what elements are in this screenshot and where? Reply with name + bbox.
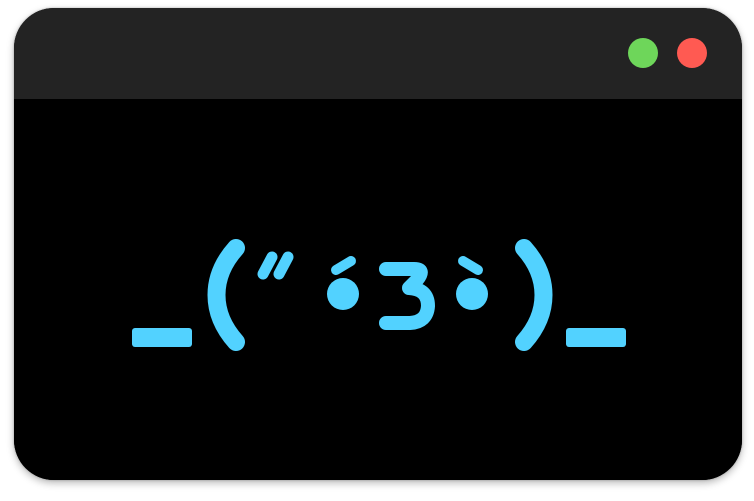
left-eye-accent [331,256,356,275]
right-eye-accent [458,256,483,275]
right-eye [456,278,488,310]
title-bar [14,8,742,99]
quote-mark-2 [273,251,294,280]
mouth-3 [379,262,435,330]
kaomoji-art [132,239,626,351]
maximize-button[interactable] [628,38,658,68]
paren-left [207,239,245,351]
left-eye [327,278,359,310]
underscore-right [566,328,626,347]
quote-mark-1 [257,251,278,280]
window-content [14,99,742,480]
terminal-window [14,8,742,480]
underscore-left [132,328,192,347]
paren-right [515,239,553,351]
close-button[interactable] [677,38,707,68]
